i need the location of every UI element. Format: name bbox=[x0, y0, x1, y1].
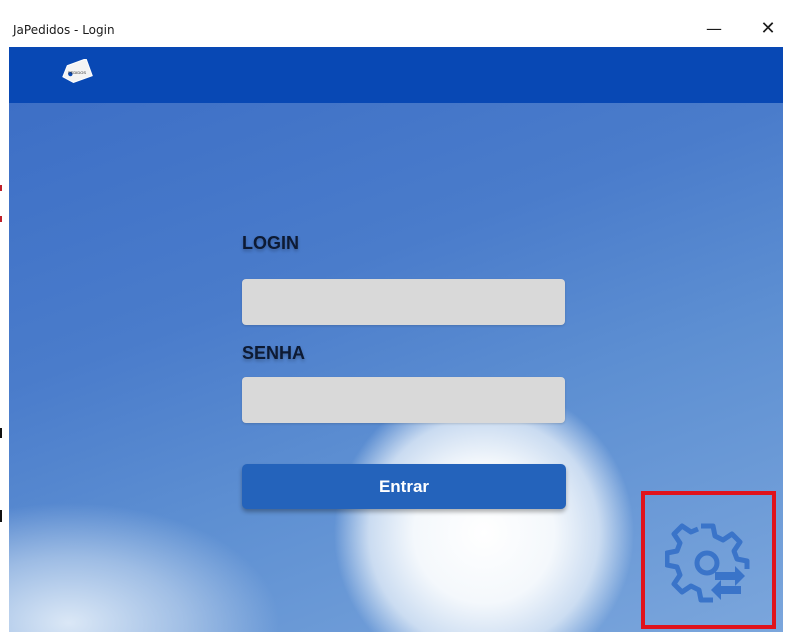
close-button[interactable]: ✕ bbox=[745, 10, 783, 47]
gear-sync-icon[interactable] bbox=[665, 520, 751, 606]
login-input[interactable] bbox=[242, 279, 565, 325]
window-title: JaPedidos - Login bbox=[13, 22, 115, 37]
entrar-button[interactable]: Entrar bbox=[242, 464, 566, 509]
login-panel: LOGIN SENHA Entrar bbox=[9, 103, 783, 632]
pedidos-tag-logo-icon: PEDIDOS bbox=[59, 58, 93, 85]
edge-artifact bbox=[0, 216, 2, 222]
senha-label: SENHA bbox=[242, 343, 306, 363]
login-label: LOGIN bbox=[242, 233, 299, 253]
edge-artifact bbox=[0, 428, 2, 438]
senha-input[interactable] bbox=[242, 377, 565, 423]
title-bar: JaPedidos - Login — ✕ bbox=[9, 10, 783, 47]
settings-highlight-box bbox=[641, 491, 776, 629]
svg-text:PEDIDOS: PEDIDOS bbox=[68, 70, 86, 75]
minimize-button[interactable]: — bbox=[691, 10, 737, 47]
app-header-bar: PEDIDOS bbox=[9, 47, 783, 103]
edge-artifact bbox=[0, 185, 2, 191]
edge-artifact bbox=[0, 510, 2, 522]
app-window: JaPedidos - Login — ✕ PEDIDOS LOGIN SENH… bbox=[9, 10, 783, 632]
